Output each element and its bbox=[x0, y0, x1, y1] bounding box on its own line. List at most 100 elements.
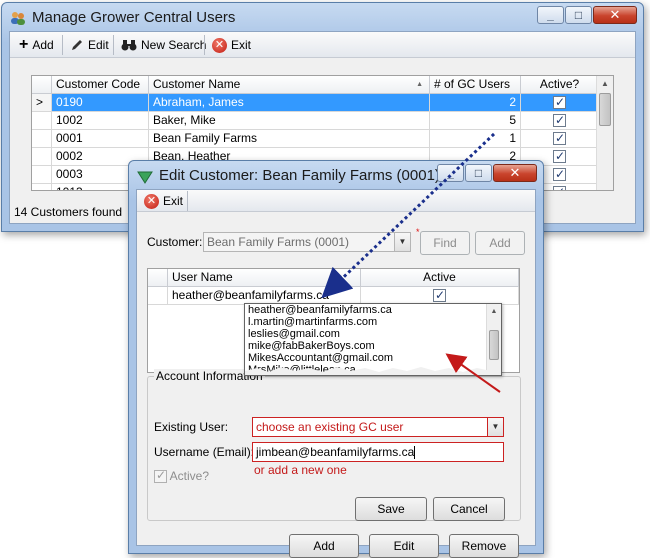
gc-users-cell[interactable]: 1 bbox=[430, 130, 521, 148]
toolbar-separator bbox=[113, 35, 114, 55]
column-header[interactable]: User Name bbox=[168, 269, 361, 287]
active-checkbox[interactable] bbox=[553, 184, 566, 190]
maximize-button[interactable]: □ bbox=[465, 164, 492, 182]
active-cell[interactable] bbox=[521, 94, 599, 112]
list-item[interactable]: MikesAccountant@gmail.com bbox=[245, 352, 501, 364]
customers-grid-scrollbar[interactable]: ▲ bbox=[596, 76, 613, 190]
row-header[interactable] bbox=[32, 148, 52, 166]
add-button[interactable]: + Add bbox=[16, 35, 57, 55]
required-marker: * bbox=[416, 227, 420, 237]
customer-label: Customer: bbox=[147, 235, 203, 249]
column-header-label: Customer Name bbox=[153, 77, 241, 91]
main-titlebar[interactable]: Manage Grower Central Users _ □ ✕ bbox=[2, 3, 643, 33]
active-cell[interactable] bbox=[521, 112, 599, 130]
sort-ascending-icon: ▲ bbox=[416, 81, 423, 88]
close-icon: ✕ bbox=[609, 7, 621, 22]
customer-select[interactable]: Bean Family Farms (0001) ▼ bbox=[203, 232, 411, 252]
edit-button[interactable]: Edit bbox=[67, 35, 112, 55]
row-header[interactable] bbox=[32, 112, 52, 130]
edit-label: Edit bbox=[88, 38, 109, 52]
existing-user-label: Existing User: bbox=[154, 420, 229, 434]
toolbar-separator bbox=[204, 35, 205, 55]
toolbar-separator bbox=[62, 35, 63, 55]
chevron-down-icon: ▼ bbox=[394, 233, 410, 251]
maximize-button[interactable]: □ bbox=[565, 6, 592, 24]
maximize-icon: □ bbox=[574, 8, 583, 22]
text-cursor bbox=[414, 446, 416, 460]
existing-user-select[interactable]: choose an existing GC user ▼ bbox=[252, 417, 504, 437]
users-grid-header: User Name Active bbox=[148, 269, 519, 287]
edit-user-button[interactable]: Edit bbox=[369, 534, 439, 558]
list-item[interactable]: heather@beanfamilyfarms.ca bbox=[245, 304, 501, 316]
customer-name-cell[interactable]: Abraham, James bbox=[149, 94, 430, 112]
main-toolbar: + Add Edit New Search ✕ Exit bbox=[10, 32, 635, 58]
minimize-icon: _ bbox=[547, 8, 554, 22]
column-header[interactable]: Customer Name ▲ bbox=[149, 76, 430, 94]
row-header[interactable] bbox=[32, 184, 52, 190]
find-button[interactable]: Find bbox=[420, 231, 470, 255]
active-cell[interactable] bbox=[521, 130, 599, 148]
exit-label: Exit bbox=[231, 38, 252, 52]
new-search-button[interactable]: New Search bbox=[118, 35, 209, 55]
customer-code-cell[interactable]: 1002 bbox=[52, 112, 149, 130]
row-header[interactable] bbox=[32, 130, 52, 148]
row-header[interactable]: > bbox=[32, 94, 52, 112]
list-item[interactable]: l.martin@martinfarms.com bbox=[245, 316, 501, 328]
add-label: Add bbox=[32, 38, 54, 52]
active-checkbox[interactable] bbox=[553, 166, 566, 183]
customers-grid-header: Customer Code Customer Name ▲ # of GC Use… bbox=[32, 76, 599, 94]
save-button[interactable]: Save bbox=[355, 497, 427, 521]
scroll-thumb[interactable] bbox=[489, 330, 499, 360]
active-checkbox[interactable] bbox=[553, 148, 566, 165]
active-checkbox-wrap[interactable]: Active? bbox=[154, 468, 209, 484]
list-item[interactable]: leslies@gmail.com bbox=[245, 328, 501, 340]
table-row[interactable]: >0190 Abraham, James 2 bbox=[32, 94, 599, 112]
add-new-hint: or add a new one bbox=[254, 463, 347, 477]
column-header[interactable]: Customer Code bbox=[52, 76, 149, 94]
minimize-icon: _ bbox=[447, 166, 454, 180]
active-checkbox[interactable] bbox=[553, 94, 566, 111]
scroll-up-icon[interactable]: ▲ bbox=[597, 76, 613, 92]
close-icon: ✕ bbox=[509, 165, 521, 180]
row-header-corner bbox=[32, 76, 52, 94]
column-header[interactable]: Active? bbox=[521, 76, 599, 94]
add-customer-button[interactable]: Add bbox=[475, 231, 525, 255]
column-header[interactable]: # of GC Users bbox=[430, 76, 521, 94]
table-row[interactable]: 0001 Bean Family Farms 1 bbox=[32, 130, 599, 148]
edit-exit-button[interactable]: ✕ Exit bbox=[141, 191, 186, 211]
chevron-down-icon: ▼ bbox=[487, 418, 503, 436]
gc-users-cell[interactable]: 5 bbox=[430, 112, 521, 130]
active-checkbox[interactable] bbox=[154, 468, 167, 484]
exit-label: Exit bbox=[163, 194, 184, 208]
customer-code-cell[interactable]: 0001 bbox=[52, 130, 149, 148]
username-field[interactable]: jimbean@beanfamilyfarms.ca bbox=[252, 442, 504, 462]
close-button[interactable]: ✕ bbox=[593, 6, 637, 24]
list-item[interactable]: mike@fabBakerBoys.com bbox=[245, 340, 501, 352]
scroll-up-icon[interactable]: ▲ bbox=[487, 304, 501, 320]
minimize-button[interactable]: _ bbox=[437, 164, 464, 182]
scroll-thumb[interactable] bbox=[599, 93, 611, 126]
table-row[interactable]: 1002 Baker, Mike 5 bbox=[32, 112, 599, 130]
customer-name-cell[interactable]: Baker, Mike bbox=[149, 112, 430, 130]
column-header[interactable]: Active bbox=[361, 269, 519, 287]
customer-name-cell[interactable]: Bean Family Farms bbox=[149, 130, 430, 148]
minimize-button[interactable]: _ bbox=[537, 6, 564, 24]
arrow-icon bbox=[137, 171, 153, 184]
active-checkbox[interactable] bbox=[553, 130, 566, 147]
users-icon bbox=[11, 12, 25, 25]
customer-code-cell[interactable]: 0190 bbox=[52, 94, 149, 112]
main-window-title: Manage Grower Central Users bbox=[32, 9, 236, 26]
active-checkbox[interactable] bbox=[553, 112, 566, 129]
edit-titlebar[interactable]: Edit Customer: Bean Family Farms (0001) … bbox=[129, 161, 543, 191]
close-button[interactable]: ✕ bbox=[493, 164, 537, 182]
toolbar-separator bbox=[187, 191, 188, 211]
add-user-button[interactable]: Add bbox=[289, 534, 359, 558]
remove-user-button[interactable]: Remove bbox=[449, 534, 519, 558]
cancel-button[interactable]: Cancel bbox=[433, 497, 505, 521]
active-checkbox[interactable] bbox=[433, 287, 446, 304]
pencil-icon bbox=[72, 40, 82, 50]
gc-users-cell[interactable]: 2 bbox=[430, 94, 521, 112]
row-header[interactable] bbox=[32, 166, 52, 184]
exit-button[interactable]: ✕ Exit bbox=[209, 35, 254, 55]
customer-select-value: Bean Family Farms (0001) bbox=[207, 235, 350, 249]
